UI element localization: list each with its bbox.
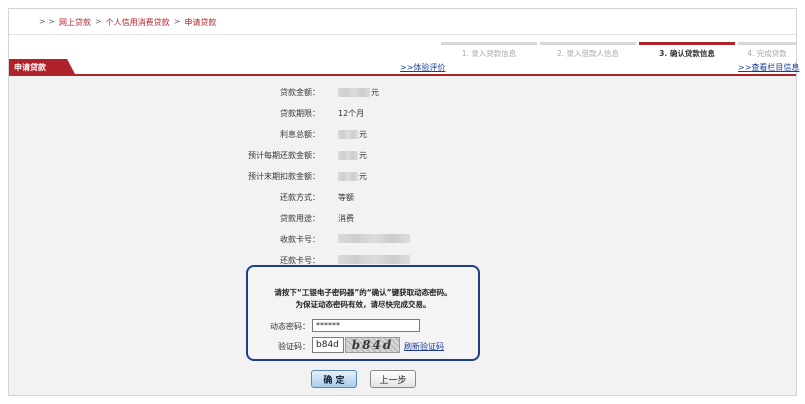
section-title: 申请贷款 xyxy=(9,59,75,74)
captcha-image: b84d xyxy=(345,337,400,353)
refresh-captcha-link[interactable]: 刷新验证码 xyxy=(404,341,444,352)
row-loan-amount: 贷款金额： 元 xyxy=(9,87,796,101)
breadcrumb-consumer-loan[interactable]: 个人信用消费贷款 xyxy=(106,17,170,34)
last-repay-redacted xyxy=(338,172,358,181)
breadcrumb-separator: > xyxy=(173,17,181,26)
dynamic-password-input[interactable] xyxy=(312,319,420,332)
repay-method-label: 还款方式： xyxy=(280,193,320,202)
total-interest-label: 利息总额： xyxy=(280,130,320,139)
total-interest-unit: 元 xyxy=(359,130,367,139)
column-info-arrow: >> xyxy=(738,63,752,72)
dynamic-password-label: 动态密码： xyxy=(270,322,310,331)
row-total-interest: 利息总额： 元 xyxy=(9,129,796,143)
section-header: 申请贷款 >>体验评价 >>查看栏目信息 xyxy=(9,59,799,76)
step-4: 4. 完成贷款 xyxy=(738,42,796,59)
last-repay-label: 预计末期扣款金额： xyxy=(248,172,320,181)
progress-steps: 1. 录入贷款信息 2. 录入借款人信息 3. 确认贷款信息 4. 完成贷款 xyxy=(9,35,796,59)
feedback-link[interactable]: >>体验评价 xyxy=(400,62,445,73)
row-monthly-repay: 预计每期还款金额： 元 xyxy=(9,150,796,164)
confirm-button[interactable]: 确 定 xyxy=(311,370,357,388)
row-loan-term: 贷款期限： 12个月 xyxy=(9,108,796,122)
step-2: 2. 录入借款人信息 xyxy=(540,42,636,59)
page-frame: > > 网上贷款 > 个人信用消费贷款 > 申请贷款 1. 录入贷款信息 2. … xyxy=(8,8,799,396)
last-repay-unit: 元 xyxy=(359,172,367,181)
loan-purpose-value: 消费 xyxy=(338,214,354,223)
loan-purpose-label: 贷款用途： xyxy=(280,214,320,223)
row-last-repay: 预计末期扣款金额： 元 xyxy=(9,171,796,185)
total-interest-redacted xyxy=(338,130,358,139)
column-info-link-text: 查看栏目信息 xyxy=(751,63,800,72)
loan-amount-redacted xyxy=(338,88,370,97)
receive-card-label: 收款卡号： xyxy=(280,235,320,244)
step-1: 1. 录入贷款信息 xyxy=(441,42,537,59)
loan-term-value: 12个月 xyxy=(338,109,365,118)
monthly-repay-unit: 元 xyxy=(359,151,367,160)
breadcrumb-apply-loan: 申请贷款 xyxy=(184,18,217,27)
row-receive-card: 收款卡号： xyxy=(9,234,796,248)
otp-instruction-1: 请按下“工银电子密码器”的“确认”键获取动态密码。 xyxy=(274,288,452,297)
repay-method-value: 等额 xyxy=(338,193,354,202)
monthly-repay-redacted xyxy=(338,151,358,160)
breadcrumb: > > 网上贷款 > 个人信用消费贷款 > 申请贷款 xyxy=(9,9,796,35)
back-button[interactable]: 上一步 xyxy=(370,370,416,388)
repay-card-redacted xyxy=(338,255,410,264)
breadcrumb-prefix: > > xyxy=(39,17,55,26)
loan-term-label: 贷款期限： xyxy=(280,109,320,118)
row-loan-purpose: 贷款用途： 消费 xyxy=(9,213,796,227)
column-info-link[interactable]: >>查看栏目信息 xyxy=(738,62,799,73)
step-3-active: 3. 确认贷款信息 xyxy=(639,42,735,59)
captcha-input[interactable] xyxy=(312,337,344,353)
row-repay-method: 还款方式： 等额 xyxy=(9,192,796,206)
feedback-arrow: >> xyxy=(400,63,414,72)
breadcrumb-separator: > xyxy=(94,17,102,26)
otp-instruction-2: 为保证动态密码有效，请尽快完成交易。 xyxy=(295,300,431,309)
loan-amount-label: 贷款金额： xyxy=(280,88,320,97)
receive-card-redacted xyxy=(338,234,410,243)
feedback-link-text: 体验评价 xyxy=(413,63,446,72)
captcha-label: 验证码： xyxy=(278,342,310,351)
monthly-repay-label: 预计每期还款金额： xyxy=(248,151,320,160)
dynamic-password-panel: 请按下“工银电子密码器”的“确认”键获取动态密码。 为保证动态密码有效，请尽快完… xyxy=(246,265,480,361)
loan-amount-unit: 元 xyxy=(371,88,379,97)
breadcrumb-online-loan[interactable]: 网上贷款 xyxy=(59,17,91,34)
